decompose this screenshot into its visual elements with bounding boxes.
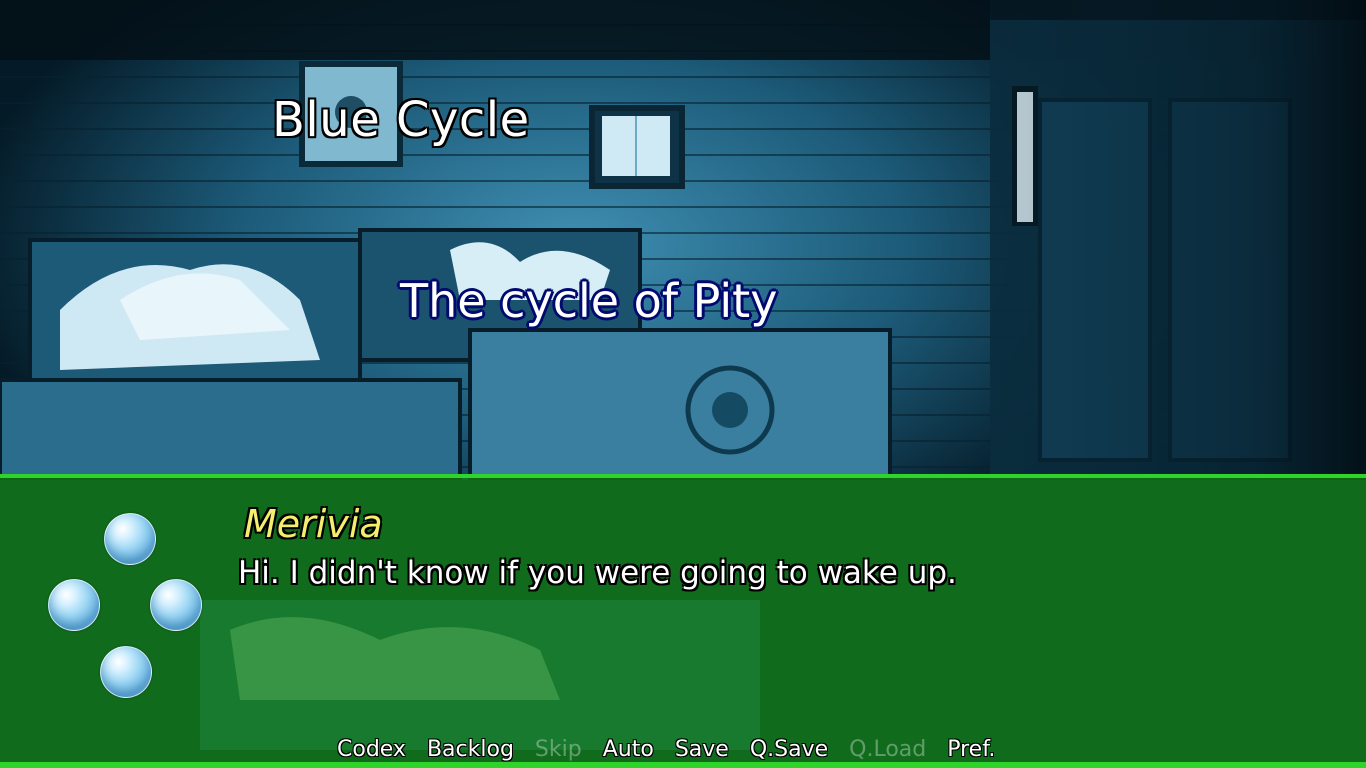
quick-menu-auto-button[interactable]: Auto bbox=[603, 737, 654, 767]
speaker-name: Merivia bbox=[244, 502, 383, 546]
dialogue-window[interactable] bbox=[0, 474, 1366, 764]
chapter-title: Blue Cycle bbox=[272, 92, 530, 148]
cycle-subtitle: The cycle of Pity bbox=[400, 274, 778, 328]
bubble-icon bbox=[104, 513, 156, 565]
quick-menu-codex-button[interactable]: Codex bbox=[337, 737, 406, 767]
quick-menu-backlog-button[interactable]: Backlog bbox=[427, 737, 514, 767]
bubble-icon bbox=[150, 579, 202, 631]
bubble-icon bbox=[48, 579, 100, 631]
bubble-icon bbox=[100, 646, 152, 698]
quick-menu-preferences-button[interactable]: Pref. bbox=[947, 737, 995, 767]
game-screen[interactable]: Blue Cycle The cycle of Pity Merivia Hi.… bbox=[0, 0, 1366, 768]
quick-menu-skip-button[interactable]: Skip bbox=[535, 737, 582, 767]
quick-menu-quick-save-button[interactable]: Q.Save bbox=[750, 737, 828, 767]
quick-menu-save-button[interactable]: Save bbox=[675, 737, 729, 767]
dialogue-text[interactable]: Hi. I didn't know if you were going to w… bbox=[238, 555, 957, 591]
quick-menu: Codex Backlog Skip Auto Save Q.Save Q.Lo… bbox=[337, 737, 1016, 767]
quick-menu-quick-load-button[interactable]: Q.Load bbox=[849, 737, 926, 767]
